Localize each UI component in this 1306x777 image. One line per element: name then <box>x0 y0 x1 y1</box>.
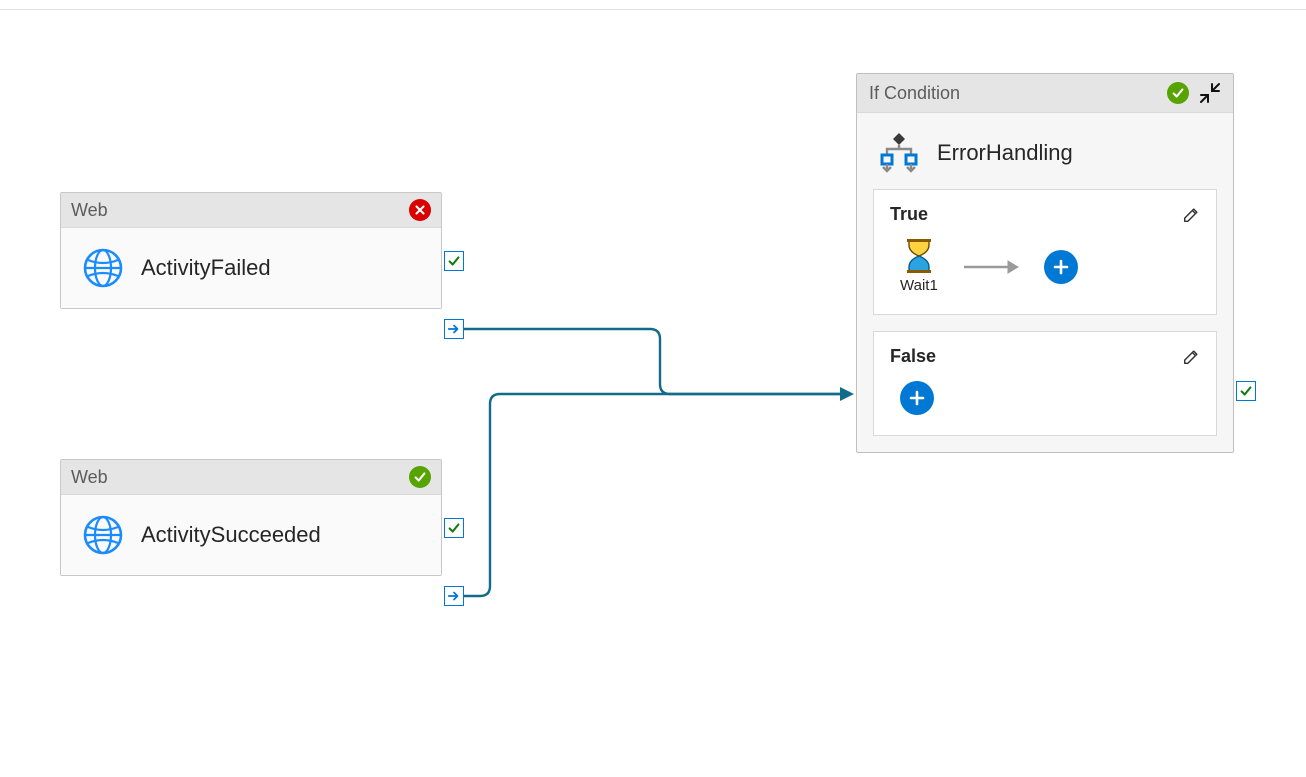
error-icon <box>409 199 431 221</box>
add-activity-button[interactable] <box>900 381 934 415</box>
activity-type-label: Web <box>71 467 108 488</box>
false-branch-label: False <box>890 346 936 367</box>
condition-type-label: If Condition <box>869 83 960 104</box>
globe-icon <box>83 515 123 555</box>
success-output-port[interactable] <box>1236 381 1256 401</box>
collapse-icon[interactable] <box>1199 82 1221 104</box>
canvas-top-divider <box>0 9 1306 10</box>
edit-icon[interactable] <box>1182 206 1200 224</box>
condition-name: ErrorHandling <box>937 140 1073 166</box>
true-branch: True Wait1 <box>873 189 1217 315</box>
activity-type-label: Web <box>71 200 108 221</box>
success-output-port[interactable] <box>444 518 464 538</box>
success-output-port[interactable] <box>444 251 464 271</box>
if-condition-icon <box>877 131 921 175</box>
arrow-right-icon <box>962 257 1020 277</box>
edit-icon[interactable] <box>1182 348 1200 366</box>
success-icon <box>409 466 431 488</box>
activity-name: ActivitySucceeded <box>141 522 321 548</box>
activity-card-succeeded[interactable]: Web ActivitySucceeded <box>60 459 442 576</box>
success-icon <box>1167 82 1189 104</box>
completion-output-port[interactable] <box>444 586 464 606</box>
activity-name: ActivityFailed <box>141 255 271 281</box>
wait-activity-name: Wait1 <box>900 277 938 294</box>
globe-icon <box>83 248 123 288</box>
add-activity-button[interactable] <box>1044 250 1078 284</box>
wait-activity[interactable]: Wait1 <box>900 239 938 294</box>
false-branch: False <box>873 331 1217 436</box>
true-branch-label: True <box>890 204 928 225</box>
hourglass-icon <box>904 239 934 273</box>
completion-output-port[interactable] <box>444 319 464 339</box>
activity-card-failed[interactable]: Web ActivityFailed <box>60 192 442 309</box>
if-condition-container[interactable]: If Condition ErrorHandling <box>856 73 1234 453</box>
